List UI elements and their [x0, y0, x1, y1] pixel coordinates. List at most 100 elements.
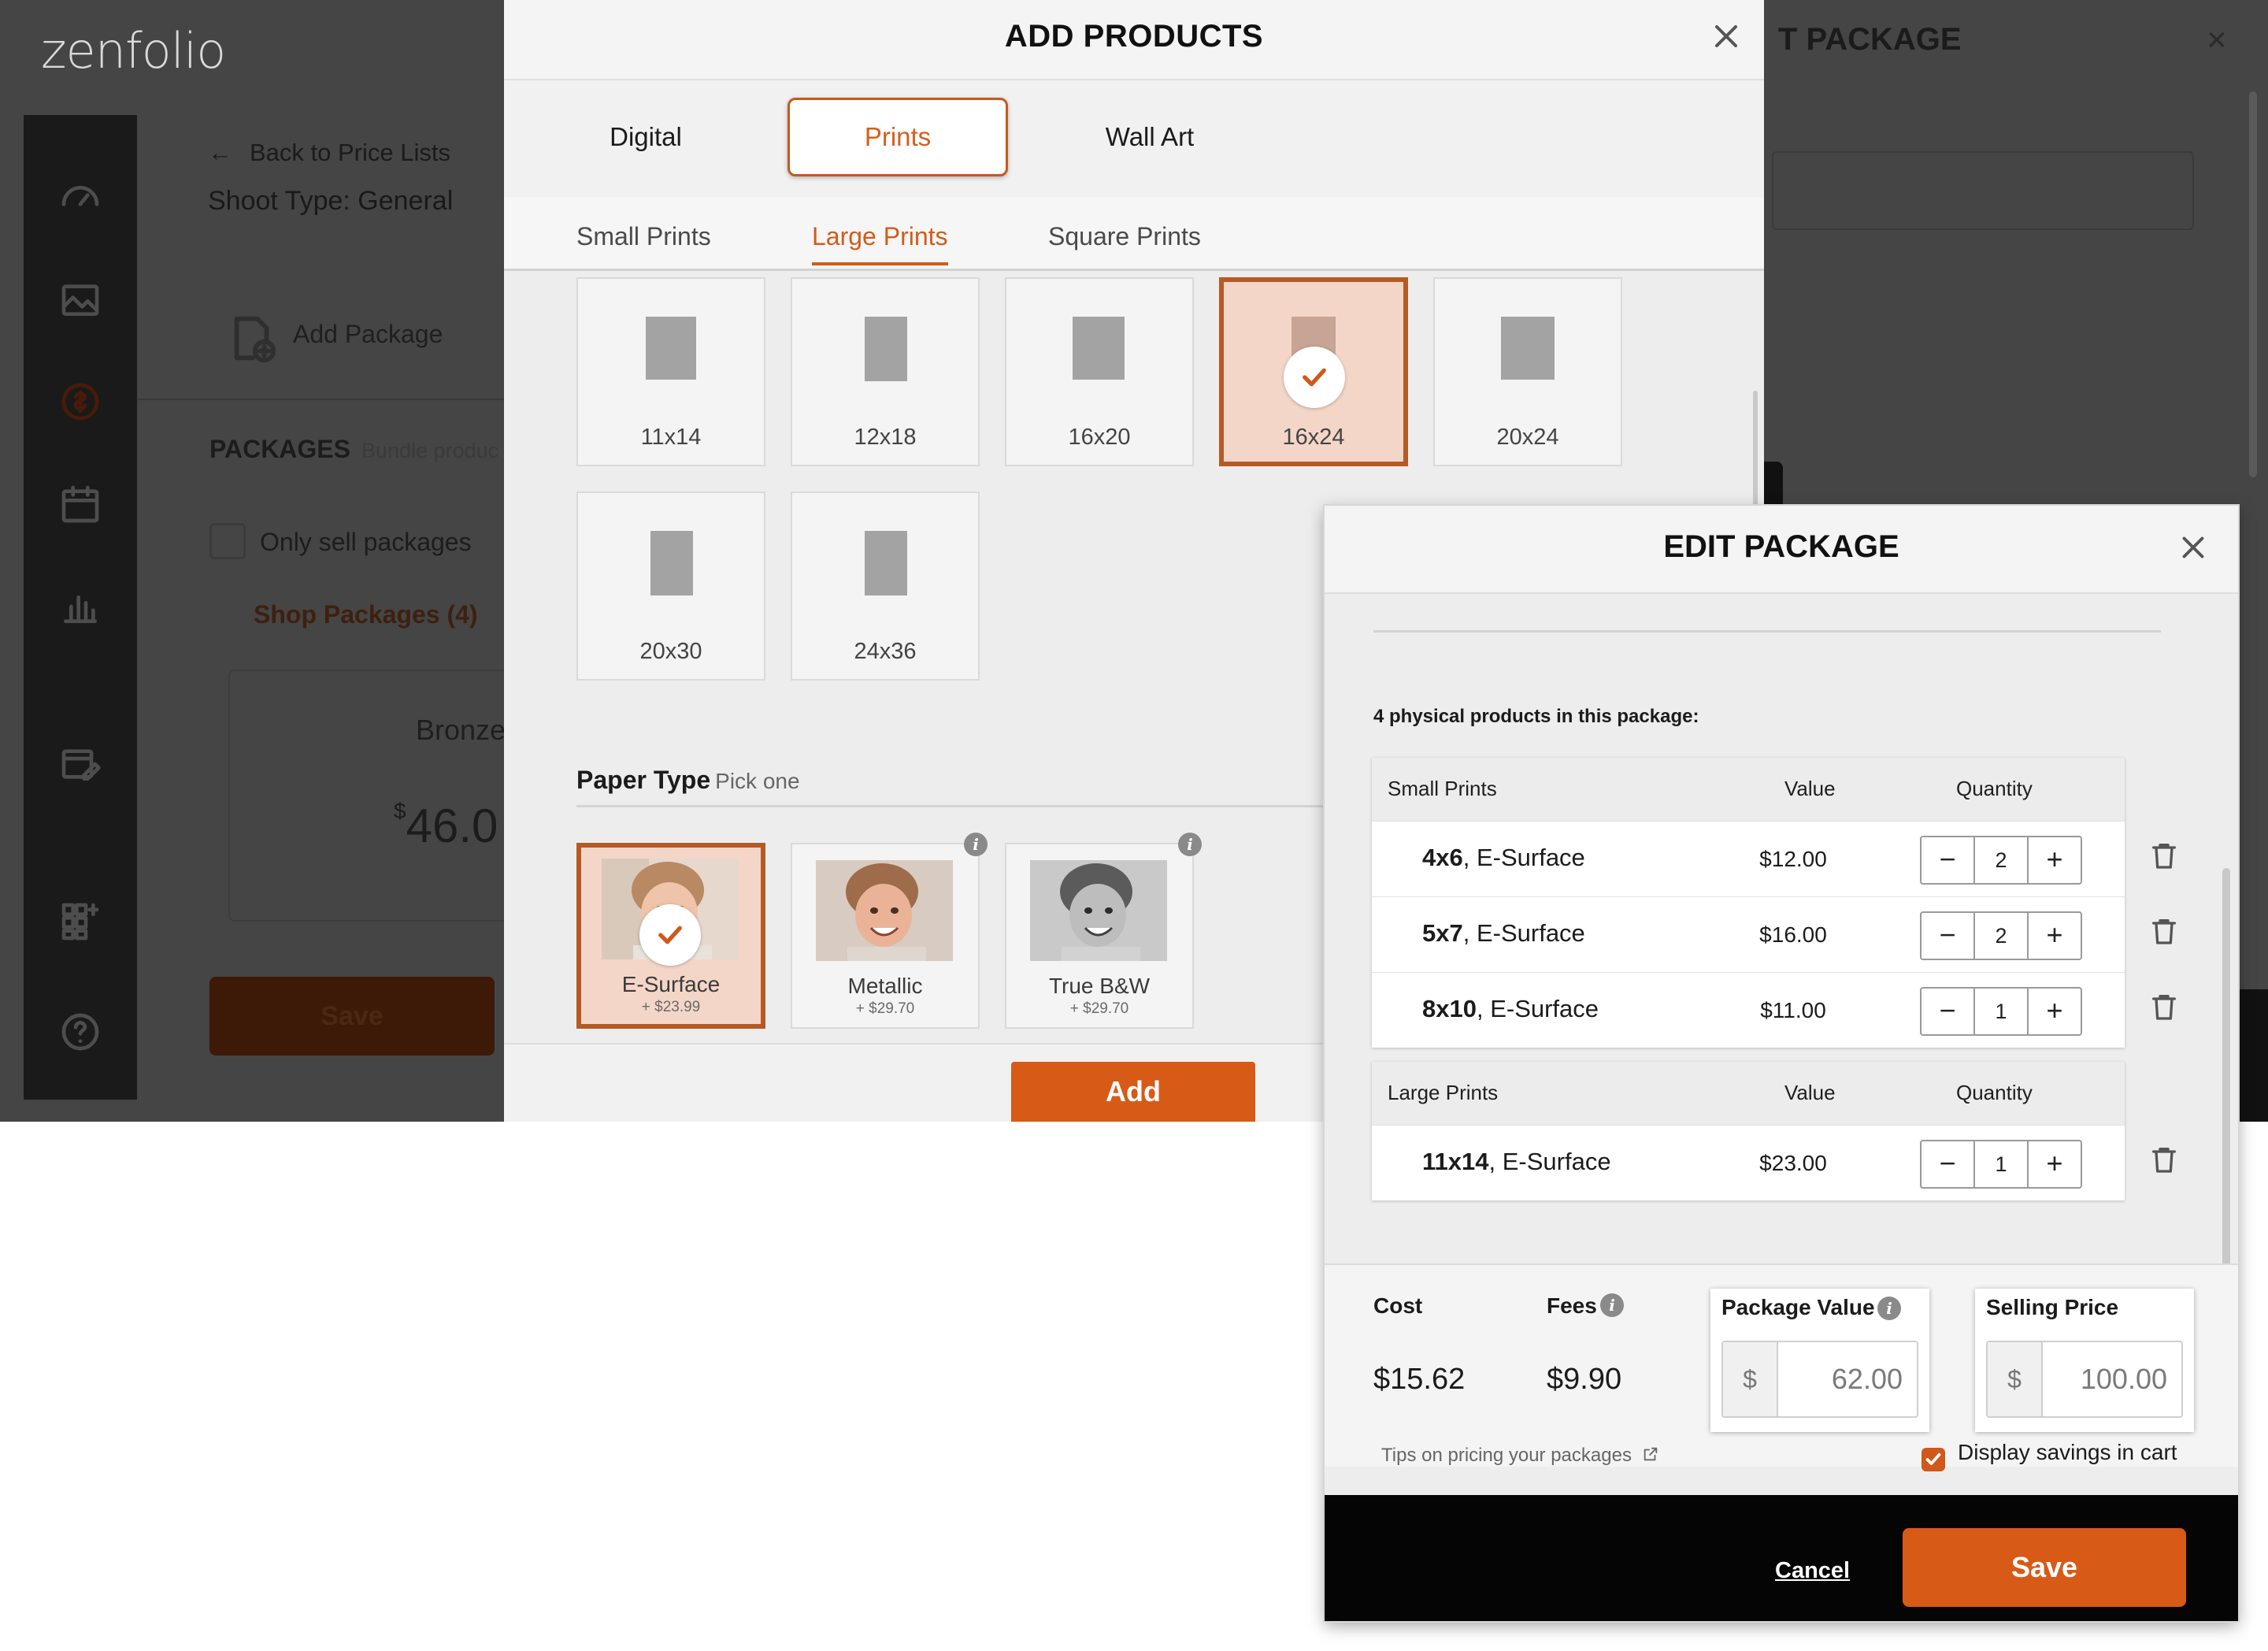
delete-trash-icon[interactable]: [2148, 840, 2180, 871]
packages-subtitle: Bundle produc: [361, 439, 499, 462]
cost-label: Cost: [1373, 1293, 1423, 1318]
size-preview: [646, 317, 696, 380]
subtab-small-prints[interactable]: Small Prints: [576, 222, 711, 251]
edit-package-close-icon[interactable]: [2175, 529, 2211, 566]
background-save-button[interactable]: Save: [209, 977, 495, 1056]
group-header: Small Prints Value Quantity: [1372, 758, 2125, 821]
size-tile-16x20[interactable]: 16x20: [1005, 277, 1194, 466]
group-name: Small Prints: [1388, 777, 1497, 800]
tab-prints[interactable]: Prints: [788, 98, 1008, 176]
paper-name: E-Surface: [621, 972, 721, 996]
add-package-link[interactable]: Add Package: [293, 320, 443, 349]
paper-price: + $29.70: [1069, 1000, 1129, 1017]
paper-tile-true-bw[interactable]: True B&W + $29.70: [1005, 843, 1194, 1029]
quantity-stepper: − 2 +: [1920, 911, 2082, 960]
size-tile-16x24[interactable]: 16x24: [1219, 277, 1408, 466]
divider: [137, 399, 507, 400]
package-card-title: Bronze: [416, 714, 506, 746]
metallic-info-icon[interactable]: i: [964, 833, 988, 856]
gallery-icon[interactable]: [58, 277, 102, 321]
size-tile-12x18[interactable]: 12x18: [791, 277, 980, 466]
quantity-stepper: − 1 +: [1920, 987, 2082, 1036]
increase-button[interactable]: +: [2027, 837, 2081, 883]
size-label: 12x18: [854, 425, 917, 450]
shop-packages-tab[interactable]: Shop Packages (4): [254, 600, 478, 629]
quantity-value[interactable]: 2: [1975, 913, 2027, 959]
edit-package-divider: [1373, 630, 2161, 633]
size-tile-20x30[interactable]: 20x30: [576, 492, 765, 681]
tab-digital[interactable]: Digital: [536, 98, 756, 176]
package-card-price: $46.0: [394, 799, 498, 853]
only-sell-label: Only sell packages: [260, 528, 472, 556]
size-tile-20x24[interactable]: 20x24: [1433, 277, 1622, 466]
size-label: 20x30: [639, 639, 702, 664]
value-column-header: Value: [1784, 1081, 1836, 1104]
price-list-icon[interactable]: [58, 380, 102, 424]
add-package-icon[interactable]: [225, 312, 280, 367]
add-button[interactable]: Add: [1011, 1062, 1255, 1122]
paper-tile-metallic[interactable]: Metallic + $29.70: [791, 843, 980, 1029]
save-button[interactable]: Save: [1903, 1528, 2186, 1607]
only-sell-checkbox[interactable]: [209, 523, 246, 559]
dashboard-icon[interactable]: [58, 175, 102, 219]
true-bw-info-icon[interactable]: i: [1178, 833, 1202, 856]
package-value-info-icon[interactable]: i: [1877, 1297, 1901, 1320]
delete-trash-icon[interactable]: [2148, 1144, 2180, 1175]
size-tile-11x14[interactable]: 11x14: [576, 277, 765, 466]
edit-package-modal: EDIT PACKAGE 4 physical products in this…: [1325, 506, 2238, 1621]
package-value-box: Package Value i $ 62.00: [1710, 1289, 1929, 1432]
decrease-button[interactable]: −: [1922, 1141, 1975, 1187]
paper-sample-photo: [1030, 860, 1167, 961]
packages-heading: PACKAGES Bundle produc: [209, 435, 498, 464]
selected-check: [1284, 347, 1345, 408]
package-value-input[interactable]: 62.00: [1832, 1342, 1903, 1416]
subtab-large-prints[interactable]: Large Prints: [812, 222, 948, 265]
decrease-button[interactable]: −: [1922, 837, 1975, 883]
package-value-field[interactable]: $ 62.00: [1721, 1341, 1918, 1418]
product-value: $12.00: [1759, 847, 1827, 871]
apps-grid-icon[interactable]: [58, 900, 102, 944]
fees-info-icon[interactable]: i: [1600, 1293, 1624, 1317]
increase-button[interactable]: +: [2027, 989, 2081, 1034]
selling-price-input[interactable]: 100.00: [2081, 1342, 2167, 1416]
website-edit-icon[interactable]: [58, 742, 102, 786]
background-scrollbar[interactable]: [2249, 91, 2257, 477]
increase-button[interactable]: +: [2027, 1141, 2081, 1187]
decrease-button[interactable]: −: [1922, 913, 1975, 959]
selling-price-field[interactable]: $ 100.00: [1986, 1341, 2183, 1418]
delete-trash-icon[interactable]: [2148, 915, 2180, 947]
pricing-tips-link[interactable]: Tips on pricing your packages: [1381, 1445, 1659, 1467]
background-close-icon[interactable]: ×: [2207, 20, 2227, 60]
selling-price-box: Selling Price $ 100.00: [1975, 1289, 2194, 1432]
background-edit-title: T PACKAGE: [1778, 22, 1962, 57]
subtab-square-prints[interactable]: Square Prints: [1048, 222, 1201, 251]
quantity-value[interactable]: 1: [1975, 989, 2027, 1034]
size-preview: [1501, 317, 1555, 380]
product-name: 4x6, E-Surface: [1422, 844, 1585, 872]
size-tile-24x36[interactable]: 24x36: [791, 492, 980, 681]
delete-trash-icon[interactable]: [2148, 991, 2180, 1022]
calendar-icon[interactable]: [58, 482, 102, 526]
value-column-header: Value: [1784, 777, 1836, 800]
paper-price: + $29.70: [855, 1000, 915, 1017]
edit-package-title: EDIT PACKAGE: [1663, 529, 1899, 564]
cost-value: $15.62: [1373, 1363, 1466, 1396]
add-products-close-icon[interactable]: [1707, 17, 1745, 55]
cancel-link[interactable]: Cancel: [1775, 1558, 1850, 1584]
product-count: 4 physical products in this package:: [1373, 706, 1699, 727]
paper-type-heading: Paper Type Pick one: [576, 766, 800, 795]
quantity-value[interactable]: 1: [1975, 1141, 2027, 1187]
price-amount: 46.0: [406, 800, 498, 852]
tab-wall-art[interactable]: Wall Art: [1040, 98, 1260, 176]
product-name: 11x14, E-Surface: [1422, 1148, 1611, 1176]
edit-package-scrollbar[interactable]: [2222, 868, 2230, 1270]
stats-icon[interactable]: [58, 584, 102, 629]
increase-button[interactable]: +: [2027, 913, 2081, 959]
help-icon[interactable]: [58, 1010, 102, 1054]
display-savings-checkbox[interactable]: [1922, 1448, 1945, 1471]
child-portrait-bw-image: [1030, 860, 1167, 961]
quantity-value[interactable]: 2: [1975, 837, 2027, 883]
decrease-button[interactable]: −: [1922, 989, 1975, 1034]
back-link[interactable]: ← Back to Price Lists: [208, 139, 450, 167]
paper-tile-e-surface[interactable]: E-Surface + $23.99: [576, 843, 765, 1029]
